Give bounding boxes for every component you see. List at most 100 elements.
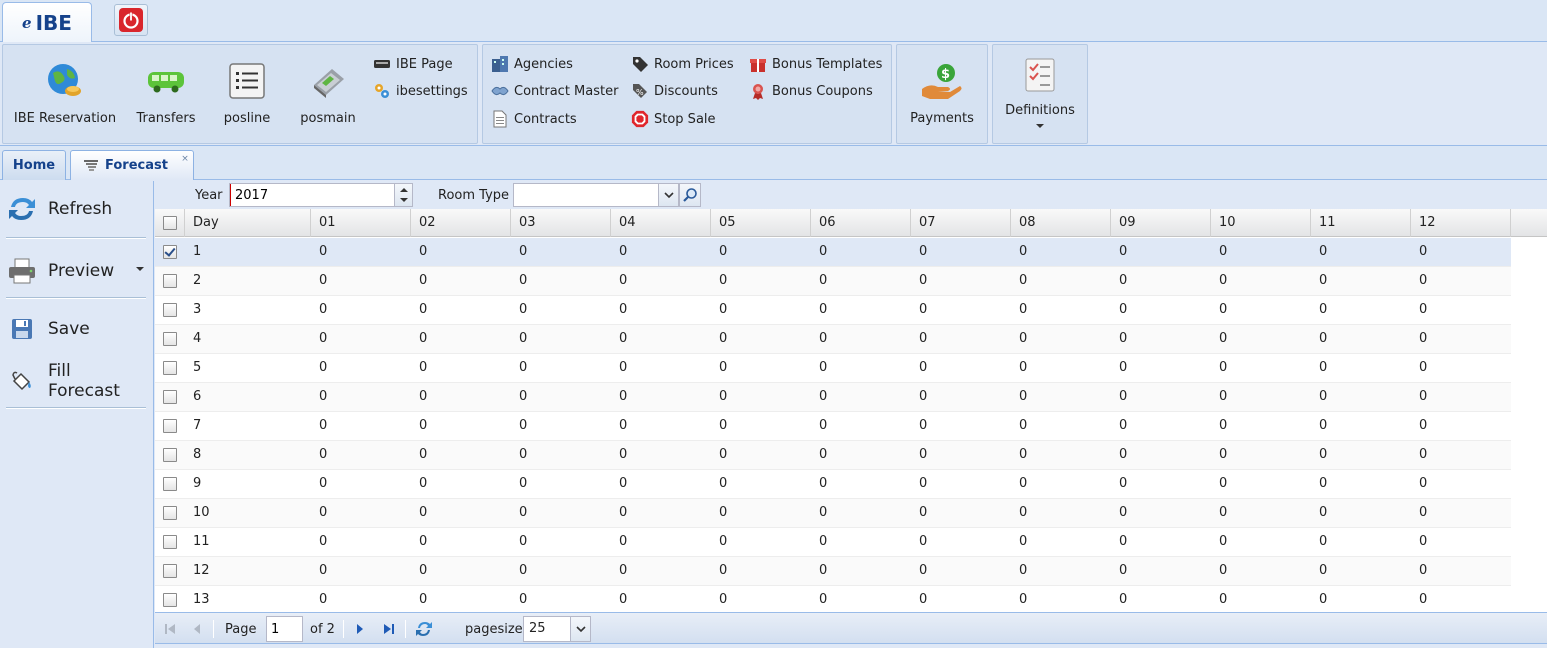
forecast-cell[interactable]: 0	[411, 325, 427, 354]
forecast-cell[interactable]: 0	[511, 354, 527, 383]
column-header-10[interactable]: 10	[1211, 209, 1311, 237]
select-all-checkbox[interactable]	[163, 216, 177, 230]
forecast-cell[interactable]: 0	[411, 441, 427, 470]
forecast-cell[interactable]: 0	[611, 499, 627, 528]
forecast-cell[interactable]: 0	[1011, 354, 1027, 383]
day-cell[interactable]: 4	[185, 325, 201, 354]
forecast-cell[interactable]: 0	[1211, 586, 1227, 612]
table-row[interactable]: 13 0 0 0 0 0 0 0 0 0 0 0 0	[155, 586, 1511, 612]
forecast-cell[interactable]: 0	[1311, 586, 1327, 612]
forecast-cell[interactable]: 0	[811, 412, 827, 441]
table-row[interactable]: 1 0 0 0 0 0 0 0 0 0 0 0 0	[155, 238, 1511, 267]
table-row[interactable]: 6 0 0 0 0 0 0 0 0 0 0 0 0	[155, 383, 1511, 412]
forecast-cell[interactable]: 0	[1011, 412, 1027, 441]
forecast-cell[interactable]: 0	[1311, 412, 1327, 441]
forecast-cell[interactable]: 0	[511, 499, 527, 528]
forecast-cell[interactable]: 0	[611, 296, 627, 325]
row-checkbox[interactable]	[163, 564, 177, 578]
forecast-cell[interactable]: 0	[1411, 325, 1427, 354]
forecast-cell[interactable]: 0	[1011, 499, 1027, 528]
forecast-cell[interactable]: 0	[911, 441, 927, 470]
day-cell[interactable]: 11	[185, 528, 210, 557]
preview-button[interactable]: Preview	[6, 251, 148, 291]
forecast-cell[interactable]: 0	[1011, 296, 1027, 325]
day-cell[interactable]: 8	[185, 441, 201, 470]
forecast-cell[interactable]: 0	[811, 383, 827, 412]
forecast-cell[interactable]: 0	[411, 383, 427, 412]
forecast-cell[interactable]: 0	[411, 528, 427, 557]
forecast-cell[interactable]: 0	[1411, 470, 1427, 499]
forecast-cell[interactable]: 0	[1111, 470, 1127, 499]
forecast-cell[interactable]: 0	[1111, 238, 1127, 267]
table-row[interactable]: 2 0 0 0 0 0 0 0 0 0 0 0 0	[155, 267, 1511, 296]
contracts-button[interactable]: Contracts	[491, 108, 577, 130]
fill-forecast-button[interactable]: Fill Forecast	[6, 361, 148, 401]
search-button[interactable]	[679, 183, 701, 207]
year-stepper[interactable]	[229, 183, 413, 207]
forecast-cell[interactable]: 0	[1111, 528, 1127, 557]
table-row[interactable]: 5 0 0 0 0 0 0 0 0 0 0 0 0	[155, 354, 1511, 383]
forecast-cell[interactable]: 0	[1211, 354, 1227, 383]
forecast-cell[interactable]: 0	[311, 557, 327, 586]
forecast-cell[interactable]: 0	[311, 354, 327, 383]
forecast-cell[interactable]: 0	[711, 383, 727, 412]
forecast-cell[interactable]: 0	[911, 238, 927, 267]
forecast-cell[interactable]: 0	[611, 441, 627, 470]
row-checkbox[interactable]	[163, 361, 177, 375]
forecast-cell[interactable]: 0	[1411, 441, 1427, 470]
bonus-templates-button[interactable]: Bonus Templates	[749, 53, 882, 75]
day-cell[interactable]: 6	[185, 383, 201, 412]
forecast-cell[interactable]: 0	[511, 296, 527, 325]
forecast-cell[interactable]: 0	[911, 354, 927, 383]
column-header-02[interactable]: 02	[411, 209, 511, 237]
discounts-button[interactable]: % Discounts	[631, 80, 718, 102]
stop-sale-button[interactable]: Stop Sale	[631, 108, 716, 130]
forecast-cell[interactable]: 0	[1411, 354, 1427, 383]
forecast-cell[interactable]: 0	[511, 470, 527, 499]
forecast-cell[interactable]: 0	[1111, 586, 1127, 612]
bonus-coupons-button[interactable]: Bonus Coupons	[749, 80, 873, 102]
forecast-cell[interactable]: 0	[1111, 267, 1127, 296]
forecast-cell[interactable]: 0	[1111, 354, 1127, 383]
tab-home[interactable]: Home	[2, 150, 66, 180]
forecast-cell[interactable]: 0	[1411, 383, 1427, 412]
save-button[interactable]: Save	[6, 309, 148, 349]
forecast-cell[interactable]: 0	[611, 470, 627, 499]
dropdown-trigger[interactable]	[570, 617, 590, 641]
forecast-cell[interactable]: 0	[711, 499, 727, 528]
forecast-cell[interactable]: 0	[611, 528, 627, 557]
forecast-cell[interactable]: 0	[811, 470, 827, 499]
forecast-cell[interactable]: 0	[811, 238, 827, 267]
table-row[interactable]: 10 0 0 0 0 0 0 0 0 0 0 0 0	[155, 499, 1511, 528]
refresh-page-button[interactable]	[415, 619, 433, 639]
column-header-09[interactable]: 09	[1111, 209, 1211, 237]
day-cell[interactable]: 2	[185, 267, 201, 296]
posmain-button[interactable]: posmain	[293, 45, 363, 143]
forecast-cell[interactable]: 0	[1211, 325, 1227, 354]
forecast-cell[interactable]: 0	[711, 267, 727, 296]
forecast-cell[interactable]: 0	[411, 470, 427, 499]
forecast-cell[interactable]: 0	[311, 499, 327, 528]
row-checkbox[interactable]	[163, 245, 177, 259]
contract-master-button[interactable]: Contract Master	[491, 80, 618, 102]
pagesize-select[interactable]: 25	[523, 616, 591, 642]
day-cell[interactable]: 13	[185, 586, 210, 612]
day-cell[interactable]: 10	[185, 499, 210, 528]
forecast-cell[interactable]: 0	[611, 238, 627, 267]
forecast-cell[interactable]: 0	[1211, 470, 1227, 499]
column-header-04[interactable]: 04	[611, 209, 711, 237]
forecast-cell[interactable]: 0	[1311, 354, 1327, 383]
last-page-button[interactable]	[382, 619, 396, 639]
ibe-reservation-button[interactable]: IBE Reservation	[13, 45, 117, 143]
forecast-cell[interactable]: 0	[1411, 528, 1427, 557]
forecast-cell[interactable]: 0	[711, 557, 727, 586]
forecast-cell[interactable]: 0	[311, 528, 327, 557]
year-input[interactable]	[230, 184, 390, 206]
forecast-cell[interactable]: 0	[611, 412, 627, 441]
forecast-cell[interactable]: 0	[1311, 557, 1327, 586]
forecast-cell[interactable]: 0	[411, 354, 427, 383]
forecast-cell[interactable]: 0	[711, 528, 727, 557]
forecast-cell[interactable]: 0	[1011, 325, 1027, 354]
tab-forecast[interactable]: Forecast ×	[70, 150, 194, 180]
forecast-cell[interactable]: 0	[1311, 325, 1327, 354]
